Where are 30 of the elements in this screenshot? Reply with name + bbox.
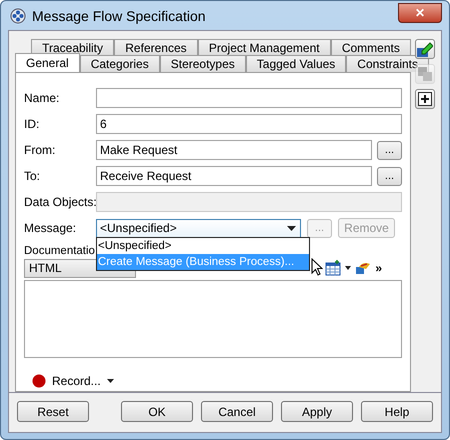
- tab[interactable]: References: [114, 39, 198, 56]
- dialog-button[interactable]: Apply: [281, 401, 353, 422]
- tab[interactable]: Stereotypes: [160, 55, 246, 72]
- tab[interactable]: Project Management: [198, 39, 331, 56]
- tab[interactable]: Constraints: [346, 55, 429, 72]
- tab[interactable]: General: [15, 53, 80, 72]
- browse-button[interactable]: ...: [377, 166, 402, 186]
- window-title: Message Flow Specification: [32, 8, 206, 24]
- message-combo[interactable]: <Unspecified>: [96, 218, 301, 238]
- field-label: Documentatio: [24, 245, 95, 257]
- browse-button[interactable]: ...: [377, 140, 402, 160]
- field-label: From:: [24, 143, 56, 157]
- dialog-button[interactable]: Reset: [17, 401, 89, 422]
- tab[interactable]: Categories: [80, 55, 160, 72]
- dialog-button[interactable]: Help: [361, 401, 433, 422]
- input-field[interactable]: Receive Request: [96, 166, 372, 186]
- tab[interactable]: Comments: [330, 39, 411, 56]
- field-label: Name:: [24, 91, 60, 105]
- dropdown-option[interactable]: <Unspecified>: [97, 238, 309, 254]
- tab[interactable]: Tagged Values: [246, 55, 346, 72]
- input-field[interactable]: Make Request: [96, 140, 372, 160]
- field-label: Message:: [24, 221, 78, 235]
- input-field[interactable]: 6: [96, 114, 402, 134]
- field-label: To:: [24, 169, 42, 183]
- dialog-button[interactable]: Cancel: [201, 401, 273, 422]
- dialog-button[interactable]: OK: [121, 401, 193, 422]
- field-label: ID:: [24, 117, 40, 131]
- field-label: Data Objects:: [24, 195, 96, 209]
- record-button[interactable]: Record...: [52, 374, 101, 388]
- more-button[interactable]: »: [375, 261, 382, 275]
